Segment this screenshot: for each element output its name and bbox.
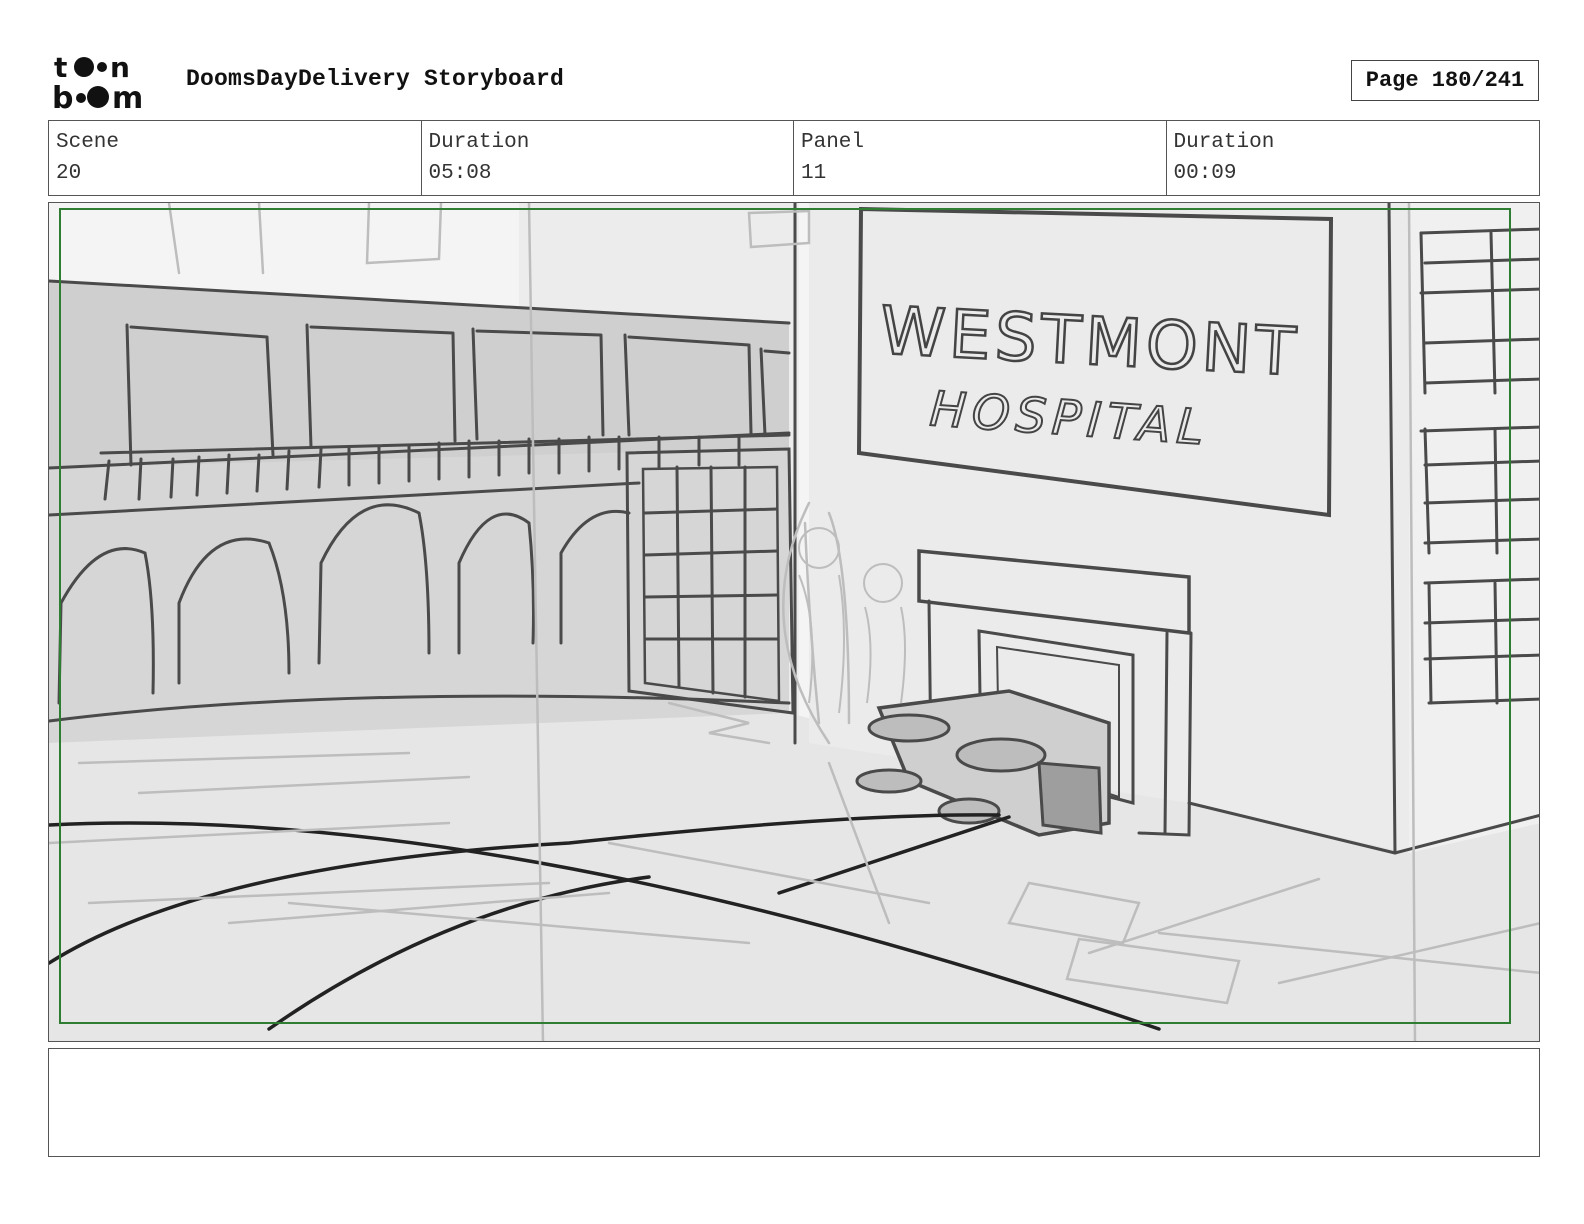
scene-value: 20 xyxy=(56,162,82,185)
storyboard-panel: WESTMONT HOSPITAL xyxy=(48,202,1540,1042)
panel-duration-cell: Duration 00:09 xyxy=(1167,121,1540,195)
scene-duration-label: Duration xyxy=(428,131,530,154)
scene-cell: Scene 20 xyxy=(49,121,422,195)
panel-value: 11 xyxy=(801,162,827,185)
svg-text:t: t xyxy=(54,51,67,84)
svg-text:b: b xyxy=(52,81,73,112)
toonboom-logo: t n b m xyxy=(52,50,164,116)
page-indicator: Page 180/241 xyxy=(1351,60,1539,101)
svg-text:m: m xyxy=(112,81,143,112)
panel-duration-label: Duration xyxy=(1173,131,1275,154)
scene-label: Scene xyxy=(56,131,120,154)
panel-notes-box xyxy=(48,1048,1540,1157)
panel-duration-value: 00:09 xyxy=(1173,162,1237,185)
scene-duration-cell: Duration 05:08 xyxy=(422,121,794,195)
svg-text:n: n xyxy=(110,51,130,84)
scene-duration-value: 05:08 xyxy=(428,162,492,185)
panel-cell: Panel 11 xyxy=(794,121,1167,195)
panel-label: Panel xyxy=(801,131,865,154)
panel-sketch: WESTMONT HOSPITAL xyxy=(49,203,1539,1041)
scene-info-table: Scene 20 Duration 05:08 Panel 11 Duratio… xyxy=(48,120,1540,196)
document-title: DoomsDayDelivery Storyboard xyxy=(186,66,565,92)
